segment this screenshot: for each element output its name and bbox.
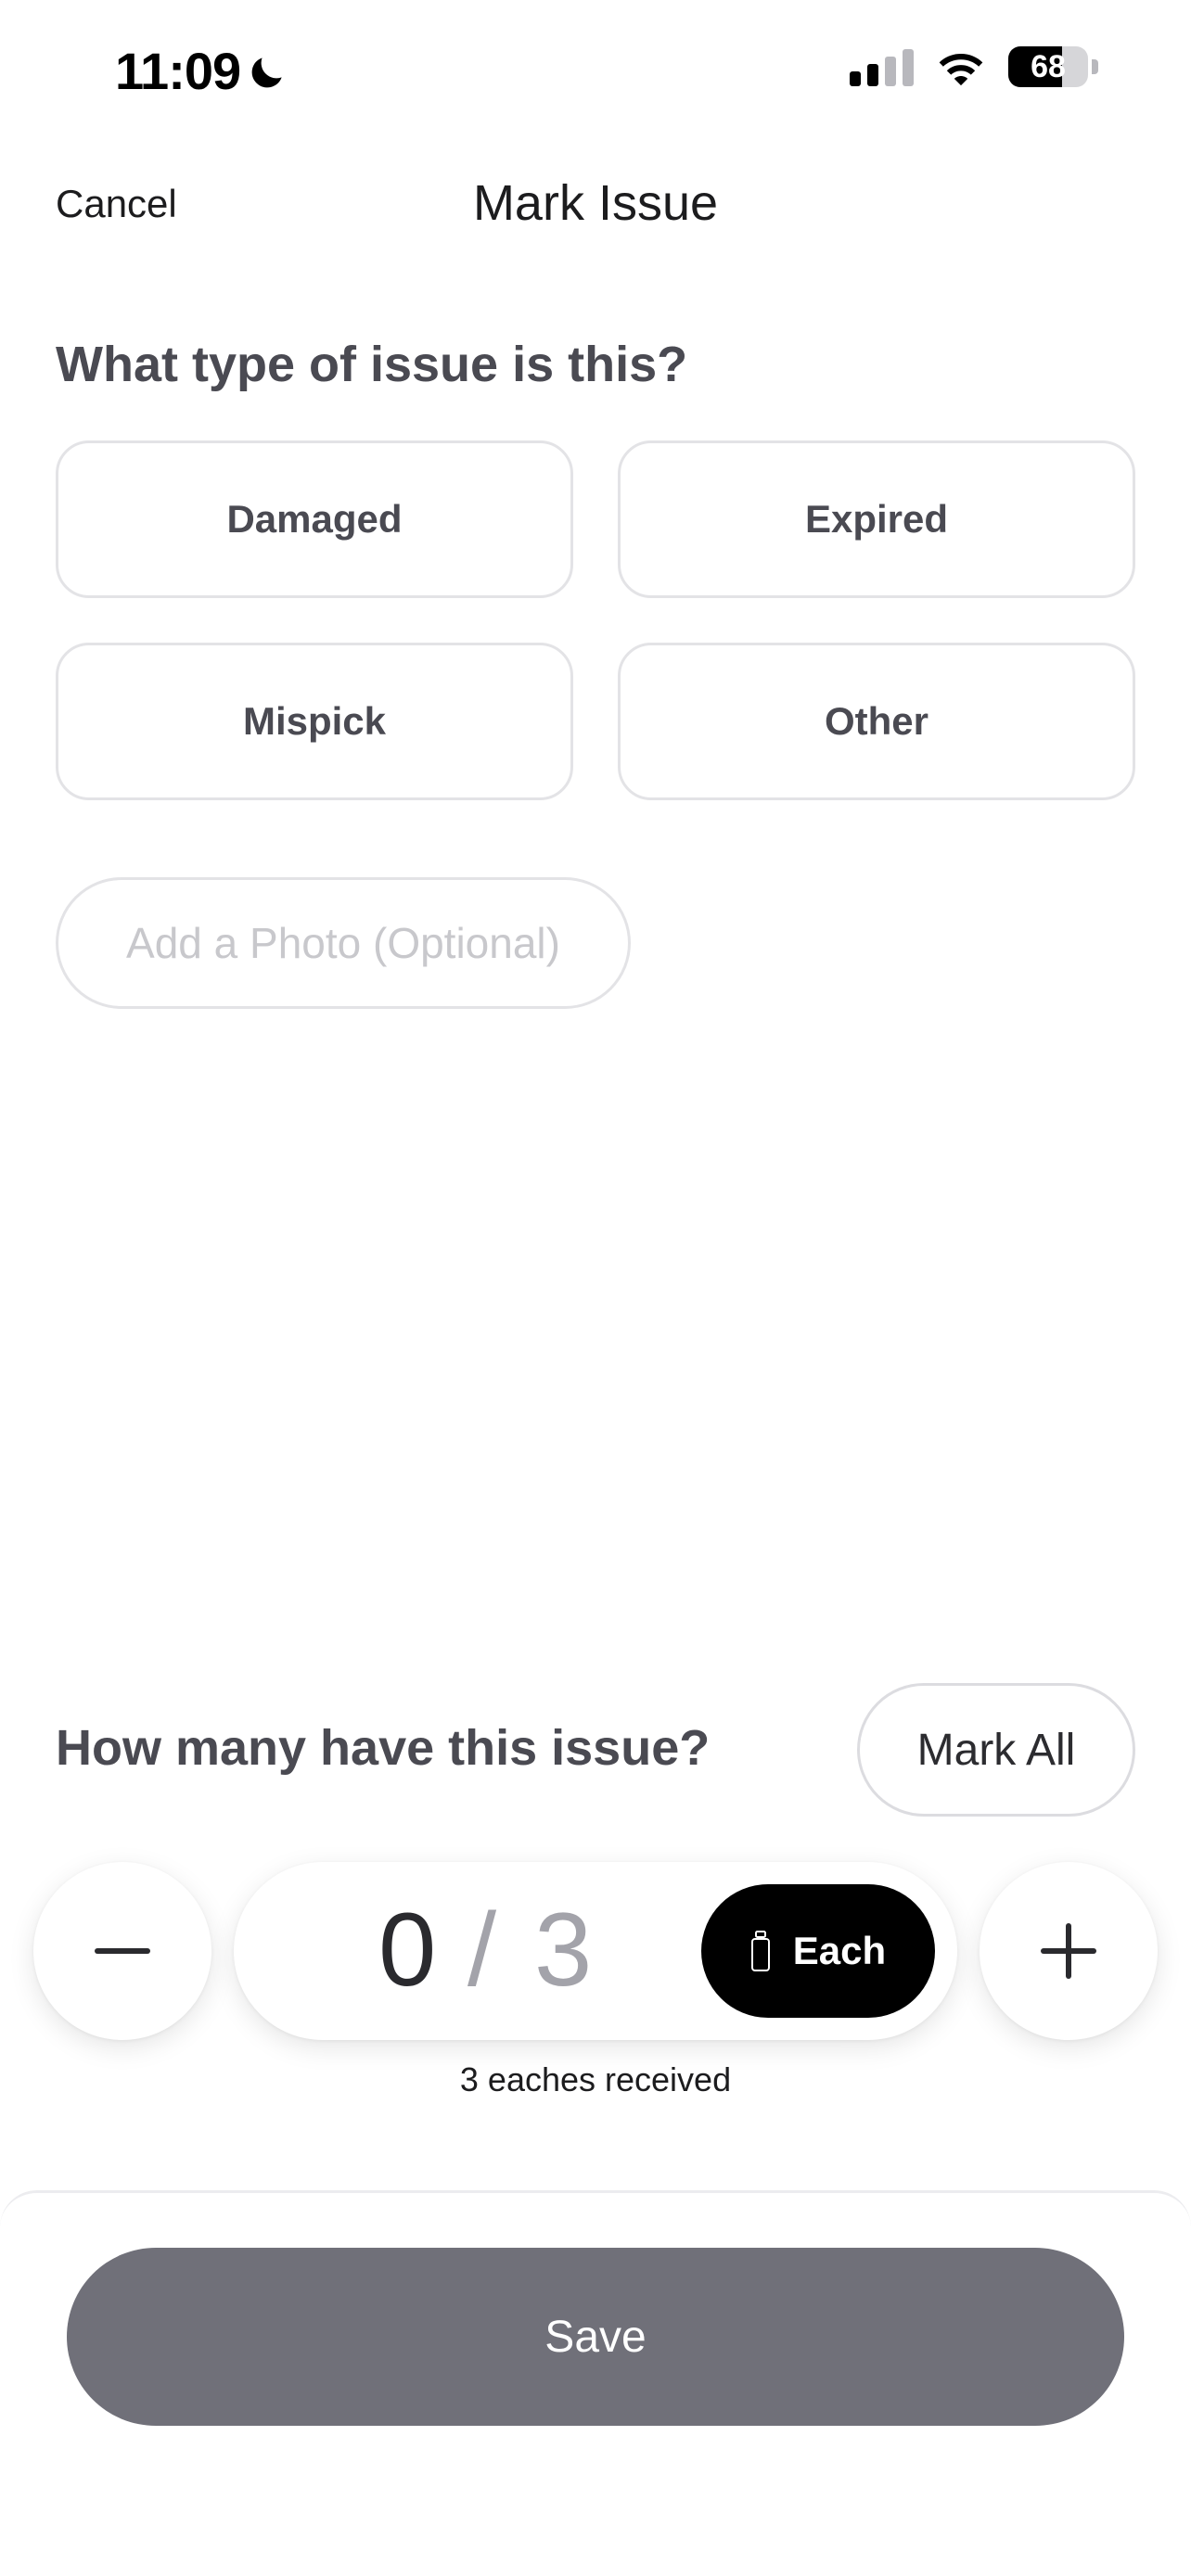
quantity-separator: / bbox=[467, 1892, 497, 2008]
page-title: Mark Issue bbox=[472, 175, 719, 231]
unit-label: Each bbox=[792, 1929, 887, 1972]
issue-type-damaged-button[interactable]: Damaged bbox=[56, 440, 573, 598]
time-text: 11:09 bbox=[115, 42, 241, 100]
quantity-question: How many have this issue? bbox=[56, 1720, 711, 1776]
issue-type-other-button[interactable]: Other bbox=[618, 643, 1135, 800]
issue-type-mispick-button[interactable]: Mispick bbox=[56, 643, 573, 800]
quantity-stepper: 0 / 3 Each bbox=[234, 1862, 957, 2040]
status-bar-time: 11:09 bbox=[115, 41, 288, 101]
issue-type-expired-button[interactable]: Expired bbox=[618, 440, 1135, 598]
save-button[interactable]: Save bbox=[67, 2248, 1124, 2426]
issue-type-question: What type of issue is this? bbox=[56, 337, 688, 392]
battery-icon: 68 bbox=[1008, 46, 1088, 87]
minus-icon bbox=[95, 1948, 150, 1954]
decrement-button[interactable] bbox=[33, 1862, 211, 2040]
plus-icon bbox=[1041, 1923, 1096, 1979]
increment-button[interactable] bbox=[980, 1862, 1158, 2040]
status-bar-right: 68 bbox=[850, 46, 1098, 87]
signal-icon bbox=[850, 47, 914, 86]
battery-level: 68 bbox=[1031, 48, 1066, 84]
mark-all-button[interactable]: Mark All bbox=[857, 1683, 1135, 1817]
received-count-text: 3 eaches received bbox=[459, 2060, 732, 2098]
cancel-button[interactable]: Cancel bbox=[56, 182, 177, 226]
quantity-total: 3 bbox=[534, 1892, 593, 2008]
bottle-icon bbox=[750, 1931, 770, 1971]
unit-toggle-button[interactable]: Each bbox=[701, 1884, 935, 2018]
wifi-icon bbox=[939, 54, 983, 86]
moon-icon bbox=[251, 57, 282, 87]
add-photo-button[interactable]: Add a Photo (Optional) bbox=[56, 877, 631, 1009]
quantity-current: 0 bbox=[378, 1892, 437, 2008]
battery-cap bbox=[1092, 59, 1098, 74]
issue-type-options: Damaged Expired Mispick Other bbox=[56, 440, 1135, 800]
